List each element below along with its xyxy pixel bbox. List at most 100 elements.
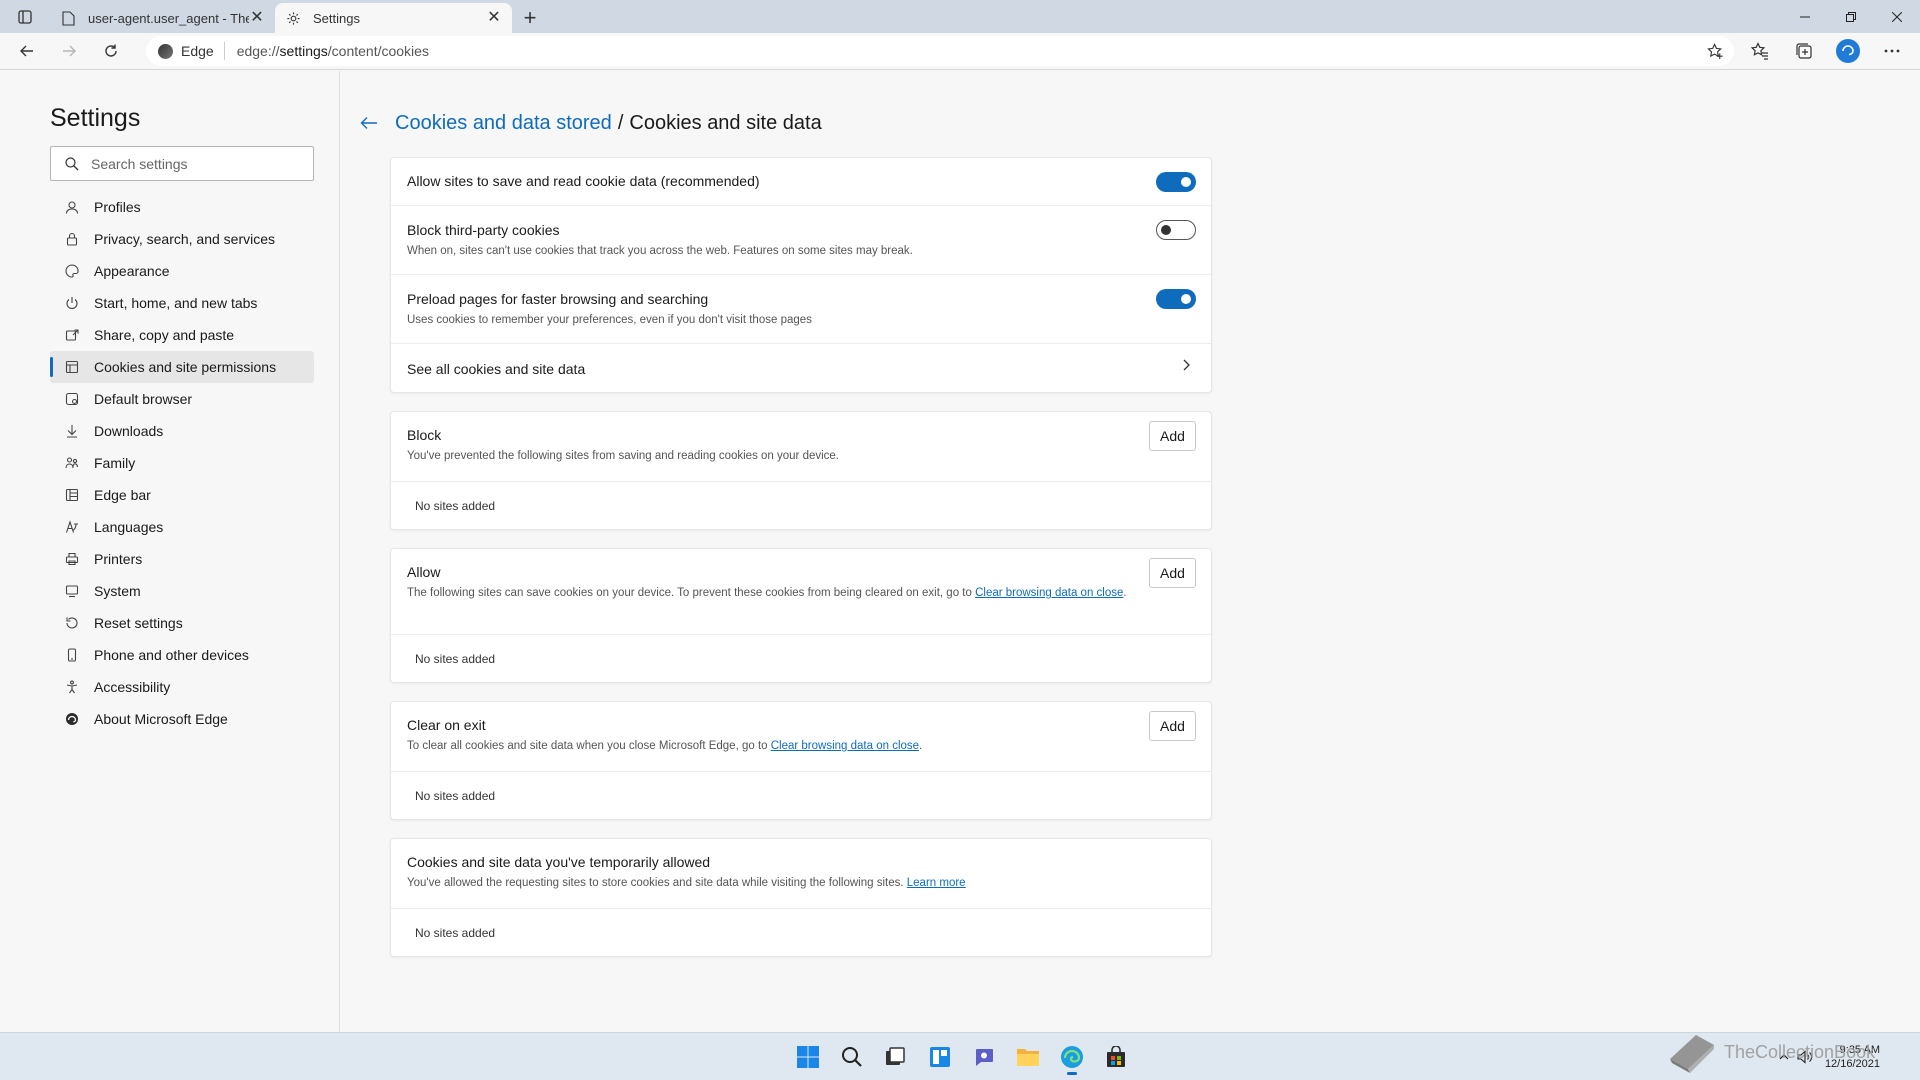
breadcrumb-parent-link[interactable]: Cookies and data stored xyxy=(395,112,612,135)
sidebar-item-edge-bar[interactable]: Edge bar xyxy=(50,479,314,511)
preload-pages-toggle[interactable] xyxy=(1156,289,1196,309)
sidebar-item-system[interactable]: System xyxy=(50,575,314,607)
temporarily-allowed-description: You've allowed the requesting sites to s… xyxy=(407,877,966,889)
download-icon xyxy=(64,423,80,439)
block-description: You've prevented the following sites fro… xyxy=(407,450,840,462)
arrow-right-icon xyxy=(63,45,76,57)
close-window-button[interactable] xyxy=(1874,0,1920,33)
file-explorer-button[interactable] xyxy=(1006,1039,1050,1075)
edge-icon xyxy=(1061,1046,1083,1068)
sidebar-item-label: Profiles xyxy=(94,199,141,215)
search-input[interactable] xyxy=(91,155,291,172)
sidebar-title: Settings xyxy=(50,104,141,132)
close-icon[interactable]: ✕ xyxy=(249,10,265,26)
temporarily-allowed-header-row: Cookies and site data you've temporarily… xyxy=(391,839,1211,909)
browser-toolbar: Edge edge://settings/content/cookies xyxy=(0,33,1920,70)
close-icon[interactable]: ✕ xyxy=(486,10,502,26)
chat-button[interactable] xyxy=(962,1039,1006,1075)
store-button[interactable] xyxy=(1094,1039,1138,1075)
block-add-button[interactable]: Add xyxy=(1149,421,1196,451)
forward-button[interactable] xyxy=(48,35,90,67)
sidebar-item-label: Privacy, search, and services xyxy=(94,231,276,247)
allow-empty-row: No sites added xyxy=(391,635,1211,683)
refresh-button[interactable] xyxy=(90,35,132,67)
sidebar-item-printers[interactable]: Printers xyxy=(50,543,314,575)
sidebar-item-default-browser[interactable]: Default browser xyxy=(50,383,314,415)
sidebar-item-phone[interactable]: Phone and other devices xyxy=(50,639,314,671)
address-bar[interactable]: Edge edge://settings/content/cookies xyxy=(146,36,1734,66)
appearance-icon xyxy=(64,263,80,279)
cookies-icon xyxy=(64,359,80,375)
sidebar-item-appearance[interactable]: Appearance xyxy=(50,255,314,287)
languages-icon xyxy=(64,519,80,535)
edge-icon xyxy=(64,711,80,727)
preload-pages-description: Uses cookies to remember your preference… xyxy=(407,314,812,326)
tab-actions-button[interactable] xyxy=(0,0,50,33)
allow-cookies-toggle[interactable] xyxy=(1156,172,1196,192)
sidebar-item-privacy[interactable]: Privacy, search, and services xyxy=(50,223,314,255)
more-menu-button[interactable] xyxy=(1870,35,1914,67)
clear-on-exit-card: Clear on exit To clear all cookies and s… xyxy=(390,701,1212,820)
allow-title: Allow xyxy=(407,564,441,580)
printer-icon xyxy=(64,551,80,567)
sidebar-item-downloads[interactable]: Downloads xyxy=(50,415,314,447)
allow-header-row: Allow The following sites can save cooki… xyxy=(391,549,1211,635)
back-button[interactable] xyxy=(6,35,48,67)
collections-button[interactable] xyxy=(1782,35,1826,67)
clear-browsing-data-link[interactable]: Clear browsing data on close xyxy=(975,587,1123,599)
task-view-button[interactable] xyxy=(874,1039,918,1075)
tab-strip: user-agent.user_agent - The Coll ✕ Setti… xyxy=(0,0,1920,33)
start-button[interactable] xyxy=(786,1039,830,1075)
add-favorite-icon[interactable] xyxy=(1706,42,1724,60)
file-explorer-icon xyxy=(1017,1049,1039,1066)
clear-on-exit-title: Clear on exit xyxy=(407,717,486,733)
sidebar-item-languages[interactable]: Languages xyxy=(50,511,314,543)
tab-user-agent[interactable]: user-agent.user_agent - The Coll ✕ xyxy=(50,3,275,33)
sidebar-item-family[interactable]: Family xyxy=(50,447,314,479)
sidebar-item-label: Downloads xyxy=(94,423,164,439)
back-arrow-icon[interactable] xyxy=(357,111,381,135)
sidebar-item-label: Start, home, and new tabs xyxy=(94,295,258,311)
edge-taskbar-button[interactable] xyxy=(1050,1039,1094,1075)
refresh-icon xyxy=(105,44,117,57)
system-icon xyxy=(64,583,80,599)
search-settings-box[interactable] xyxy=(50,146,314,181)
restore-button[interactable] xyxy=(1828,0,1874,33)
allow-description: The following sites can save cookies on … xyxy=(407,587,1127,599)
see-all-cookies-row[interactable]: See all cookies and site data xyxy=(391,344,1211,392)
taskbar-search-button[interactable] xyxy=(830,1039,874,1075)
profile-button[interactable] xyxy=(1826,35,1870,67)
book-icon xyxy=(1670,1035,1714,1073)
sidebar-item-label: Cookies and site permissions xyxy=(94,359,277,375)
clear-on-exit-add-button[interactable]: Add xyxy=(1149,711,1196,741)
block-empty-label: No sites added xyxy=(415,499,496,513)
sidebar-item-about[interactable]: About Microsoft Edge xyxy=(50,703,314,735)
toolbar-actions xyxy=(1738,35,1914,67)
temporarily-allowed-title: Cookies and site data you've temporarily… xyxy=(407,854,711,870)
minimize-button[interactable] xyxy=(1782,0,1828,33)
sidebar-item-label: Printers xyxy=(94,551,143,567)
tab-settings[interactable]: Settings ✕ xyxy=(275,3,512,33)
block-third-party-toggle[interactable] xyxy=(1156,220,1196,240)
site-info-badge[interactable]: Edge xyxy=(158,42,225,60)
clear-on-exit-empty-label: No sites added xyxy=(415,789,496,803)
allow-add-button[interactable]: Add xyxy=(1149,558,1196,588)
sidebar-item-cookies[interactable]: Cookies and site permissions xyxy=(50,351,314,383)
share-icon xyxy=(64,327,80,343)
learn-more-link[interactable]: Learn more xyxy=(907,877,966,889)
sidebar-item-reset[interactable]: Reset settings xyxy=(50,607,314,639)
clear-on-exit-description: To clear all cookies and site data when … xyxy=(407,740,923,752)
page-title: Cookies and site data xyxy=(629,111,822,134)
widgets-button[interactable] xyxy=(918,1039,962,1075)
settings-sidebar: Settings Profiles Privacy, search, and s… xyxy=(0,71,340,1032)
cookie-settings-card: Allow sites to save and read cookie data… xyxy=(390,157,1212,393)
profile-icon xyxy=(64,199,80,215)
sidebar-item-label: System xyxy=(94,583,141,599)
sidebar-item-accessibility[interactable]: Accessibility xyxy=(50,671,314,703)
new-tab-button[interactable]: + xyxy=(512,3,548,33)
sidebar-item-share-copy[interactable]: Share, copy and paste xyxy=(50,319,314,351)
sidebar-item-profiles[interactable]: Profiles xyxy=(50,191,314,223)
sidebar-item-start-home[interactable]: Start, home, and new tabs xyxy=(50,287,314,319)
clear-browsing-data-link[interactable]: Clear browsing data on close xyxy=(771,740,919,752)
favorites-button[interactable] xyxy=(1738,35,1782,67)
